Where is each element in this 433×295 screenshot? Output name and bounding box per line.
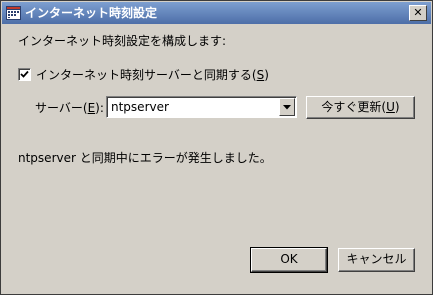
ok-label: OK	[280, 252, 298, 266]
server-label: サーバー(E):	[35, 101, 104, 115]
checkmark-icon	[20, 70, 29, 78]
sync-checkbox[interactable]	[18, 68, 31, 81]
clock-calendar-icon	[6, 5, 21, 20]
sync-label-suffix: )	[264, 68, 269, 82]
server-label-suffix: ):	[95, 101, 104, 115]
sync-checkbox-label[interactable]: インターネット時刻サーバーと同期する(S)	[36, 68, 269, 82]
close-icon: ✕	[413, 6, 423, 19]
update-label-suffix: )	[394, 100, 400, 114]
update-now-button[interactable]: 今すぐ更新(U)	[306, 96, 415, 119]
title-bar[interactable]: インターネット時刻設定 ✕	[2, 2, 431, 24]
internet-time-settings-dialog: インターネット時刻設定 ✕ インターネット時刻設定を構成します: インターネット…	[0, 0, 433, 295]
status-text: ntpserver と同期中にエラーが発生しました。	[18, 151, 272, 165]
server-combobox[interactable]: ntpserver	[106, 96, 297, 118]
server-label-prefix: サーバー(	[35, 101, 88, 115]
cancel-button[interactable]: キャンセル	[338, 248, 415, 272]
close-button[interactable]: ✕	[409, 5, 427, 21]
update-label-accel: U	[386, 100, 395, 114]
cancel-label: キャンセル	[346, 252, 407, 266]
intro-text: インターネット時刻設定を構成します:	[18, 34, 227, 48]
sync-label-prefix: インターネット時刻サーバーと同期する(	[36, 68, 257, 82]
server-value[interactable]: ntpserver	[111, 100, 169, 114]
ok-button[interactable]: OK	[250, 247, 328, 273]
update-label-prefix: 今すぐ更新(	[321, 100, 387, 114]
window-title: インターネット時刻設定	[25, 6, 158, 20]
server-dropdown-button[interactable]	[279, 98, 295, 116]
chevron-down-icon	[283, 105, 291, 110]
